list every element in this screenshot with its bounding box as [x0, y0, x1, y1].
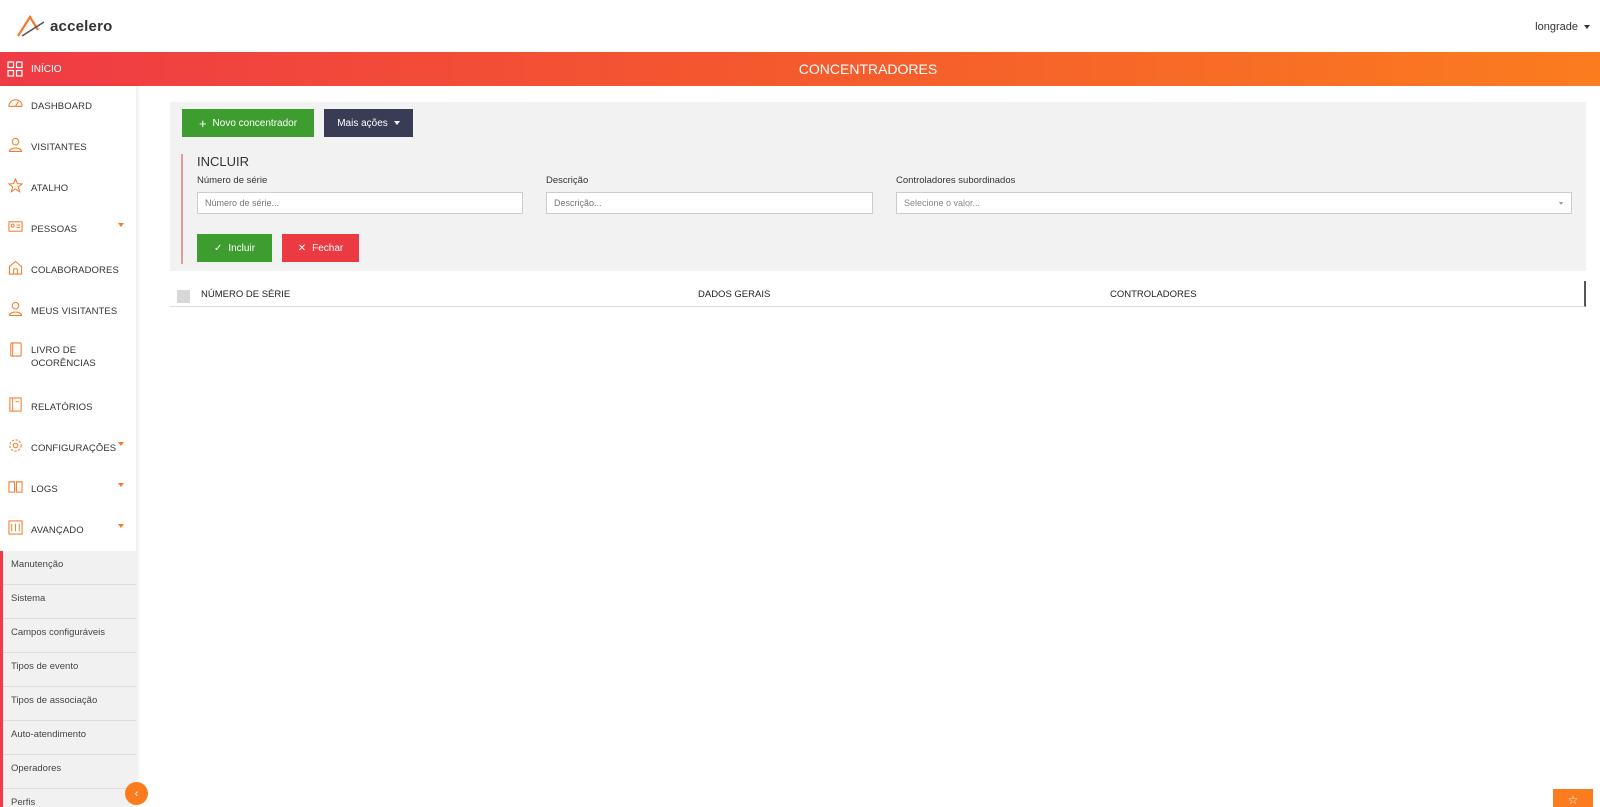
grid-icon — [7, 61, 23, 77]
top-bar: accelero longrade — [0, 0, 1600, 52]
select-all-checkbox[interactable] — [177, 290, 190, 303]
column-header-general-data[interactable]: DADOS GERAIS — [698, 289, 770, 300]
sidebar-item-label: VISITANTES — [31, 142, 87, 153]
sidebar-item-visitantes[interactable]: VISITANTES — [0, 127, 136, 168]
user-icon — [8, 301, 23, 316]
submenu-item-auto-atendimento[interactable]: Auto-atendimento — [3, 721, 136, 755]
close-button[interactable]: ✕ Fechar — [282, 234, 359, 262]
chevron-down-icon — [118, 442, 124, 446]
sidebar-item-avancado[interactable]: AVANÇADO — [0, 510, 136, 551]
home-label: INÍCIO — [31, 63, 62, 75]
sidebar-item-atalho[interactable]: ATALHO — [0, 168, 136, 209]
report-icon — [9, 397, 22, 412]
plus-icon: + — [198, 115, 207, 131]
star-icon: ☆ — [1567, 793, 1579, 807]
include-label: Incluir — [228, 242, 256, 254]
table-header: NÚMERO DE SÉRIE DADOS GERAIS CONTROLADOR… — [170, 281, 1586, 307]
chevron-down-icon — [118, 223, 124, 227]
close-icon: ✕ — [297, 242, 307, 254]
logo-text: accelero — [50, 17, 113, 35]
chevron-left-icon: ‹ — [134, 787, 139, 800]
chevron-down-icon — [118, 524, 124, 528]
accelero-logo-icon — [17, 14, 45, 37]
sidebar-item-label: CONFIGURAÇÕES — [31, 443, 117, 454]
controllers-select-placeholder: Selecione o valor... — [904, 198, 981, 208]
user-icon — [8, 137, 23, 152]
sidebar-item-livro-de-ocorrencias[interactable]: LIVRO DE OCORÊNCIAS — [0, 332, 136, 387]
sidebar-item-label: COLABORADORES — [31, 265, 119, 276]
description-input[interactable] — [546, 192, 873, 214]
controllers-select[interactable]: Selecione o valor... — [896, 192, 1572, 214]
id-card-icon — [8, 221, 23, 232]
serial-label: Número de série — [197, 175, 268, 186]
dashboard-icon — [8, 99, 23, 107]
sidebar-item-label: AVANÇADO — [31, 525, 84, 536]
sidebar-item-dashboard[interactable]: DASHBOARD — [0, 86, 136, 127]
new-concentrator-label: Novo concentrador — [212, 117, 298, 129]
header-band: INÍCIO CONCENTRADORES — [0, 52, 1600, 86]
advanced-submenu: Manutenção Sistema Campos configuráveis … — [0, 551, 136, 807]
chevron-down-icon — [1559, 202, 1563, 205]
submenu-item-tipos-de-evento[interactable]: Tipos de evento — [3, 653, 136, 687]
star-icon — [8, 178, 23, 193]
submenu-item-manutencao[interactable]: Manutenção — [3, 551, 136, 585]
app-logo[interactable]: accelero — [16, 14, 112, 38]
more-actions-label: Mais ações — [337, 117, 388, 129]
form-accent-bar — [181, 154, 183, 264]
description-label: Descrição — [546, 175, 589, 186]
user-name: longrade — [1535, 21, 1578, 33]
gear-icon — [9, 439, 22, 452]
chevron-down-icon — [1584, 25, 1590, 29]
sidebar-item-label: PESSOAS — [31, 224, 78, 235]
submenu-item-sistema[interactable]: Sistema — [3, 585, 136, 619]
sidebar-item-label: RELATÓRIOS — [31, 402, 93, 413]
open-book-icon — [8, 481, 23, 493]
include-button[interactable]: ✓ Incluir — [197, 234, 272, 262]
sidebar-item-label: LIVRO DE OCORÊNCIAS — [31, 345, 96, 369]
page-title: CONCENTRADORES — [798, 61, 938, 77]
sidebar-item-label: ATALHO — [31, 183, 69, 194]
sidebar-item-label: LOGS — [31, 484, 58, 495]
form-title: INCLUIR — [197, 154, 250, 169]
favorite-button[interactable]: ☆ — [1553, 789, 1593, 807]
submenu-item-operadores[interactable]: Operadores — [3, 755, 136, 789]
column-header-controllers[interactable]: CONTROLADORES — [1110, 289, 1197, 300]
user-menu[interactable]: longrade — [1535, 21, 1590, 33]
sidebar: DASHBOARD VISITANTES ATALHO PESSOAS COLA… — [0, 86, 136, 807]
sidebar-item-colaboradores[interactable]: COLABORADORES — [0, 250, 136, 291]
new-concentrator-button[interactable]: + Novo concentrador — [182, 109, 314, 137]
sidebar-item-pessoas[interactable]: PESSOAS — [0, 209, 136, 250]
sidebar-collapse-button[interactable]: ‹ — [125, 782, 148, 805]
close-label: Fechar — [312, 242, 344, 254]
form-panel: + Novo concentrador Mais ações INCLUIR N… — [170, 102, 1586, 271]
sidebar-item-relatorios[interactable]: RELATÓRIOS — [0, 387, 136, 428]
check-icon: ✓ — [213, 242, 223, 254]
sidebar-item-configuracoes[interactable]: CONFIGURAÇÕES — [0, 428, 136, 469]
chevron-down-icon — [393, 121, 400, 125]
advanced-icon — [8, 520, 23, 535]
submenu-item-campos-configuraveis[interactable]: Campos configuráveis — [3, 619, 136, 653]
building-icon — [8, 260, 23, 275]
column-header-serial[interactable]: NÚMERO DE SÉRIE — [201, 289, 290, 300]
serial-number-input[interactable] — [197, 192, 523, 214]
sidebar-item-label: MEUS VISITANTES — [31, 306, 118, 317]
sidebar-item-label: DASHBOARD — [31, 101, 93, 112]
submenu-item-tipos-de-associacao[interactable]: Tipos de associação — [3, 687, 136, 721]
controllers-label: Controladores subordinados — [896, 175, 1016, 186]
chevron-down-icon — [118, 483, 124, 487]
submenu-item-perfis[interactable]: Perfis — [3, 789, 136, 807]
book-icon — [10, 342, 22, 357]
home-link[interactable]: INÍCIO — [7, 52, 62, 86]
sidebar-item-meus-visitantes[interactable]: MEUS VISITANTES — [0, 291, 136, 332]
sidebar-item-logs[interactable]: LOGS — [0, 469, 136, 510]
more-actions-button[interactable]: Mais ações — [324, 109, 413, 137]
